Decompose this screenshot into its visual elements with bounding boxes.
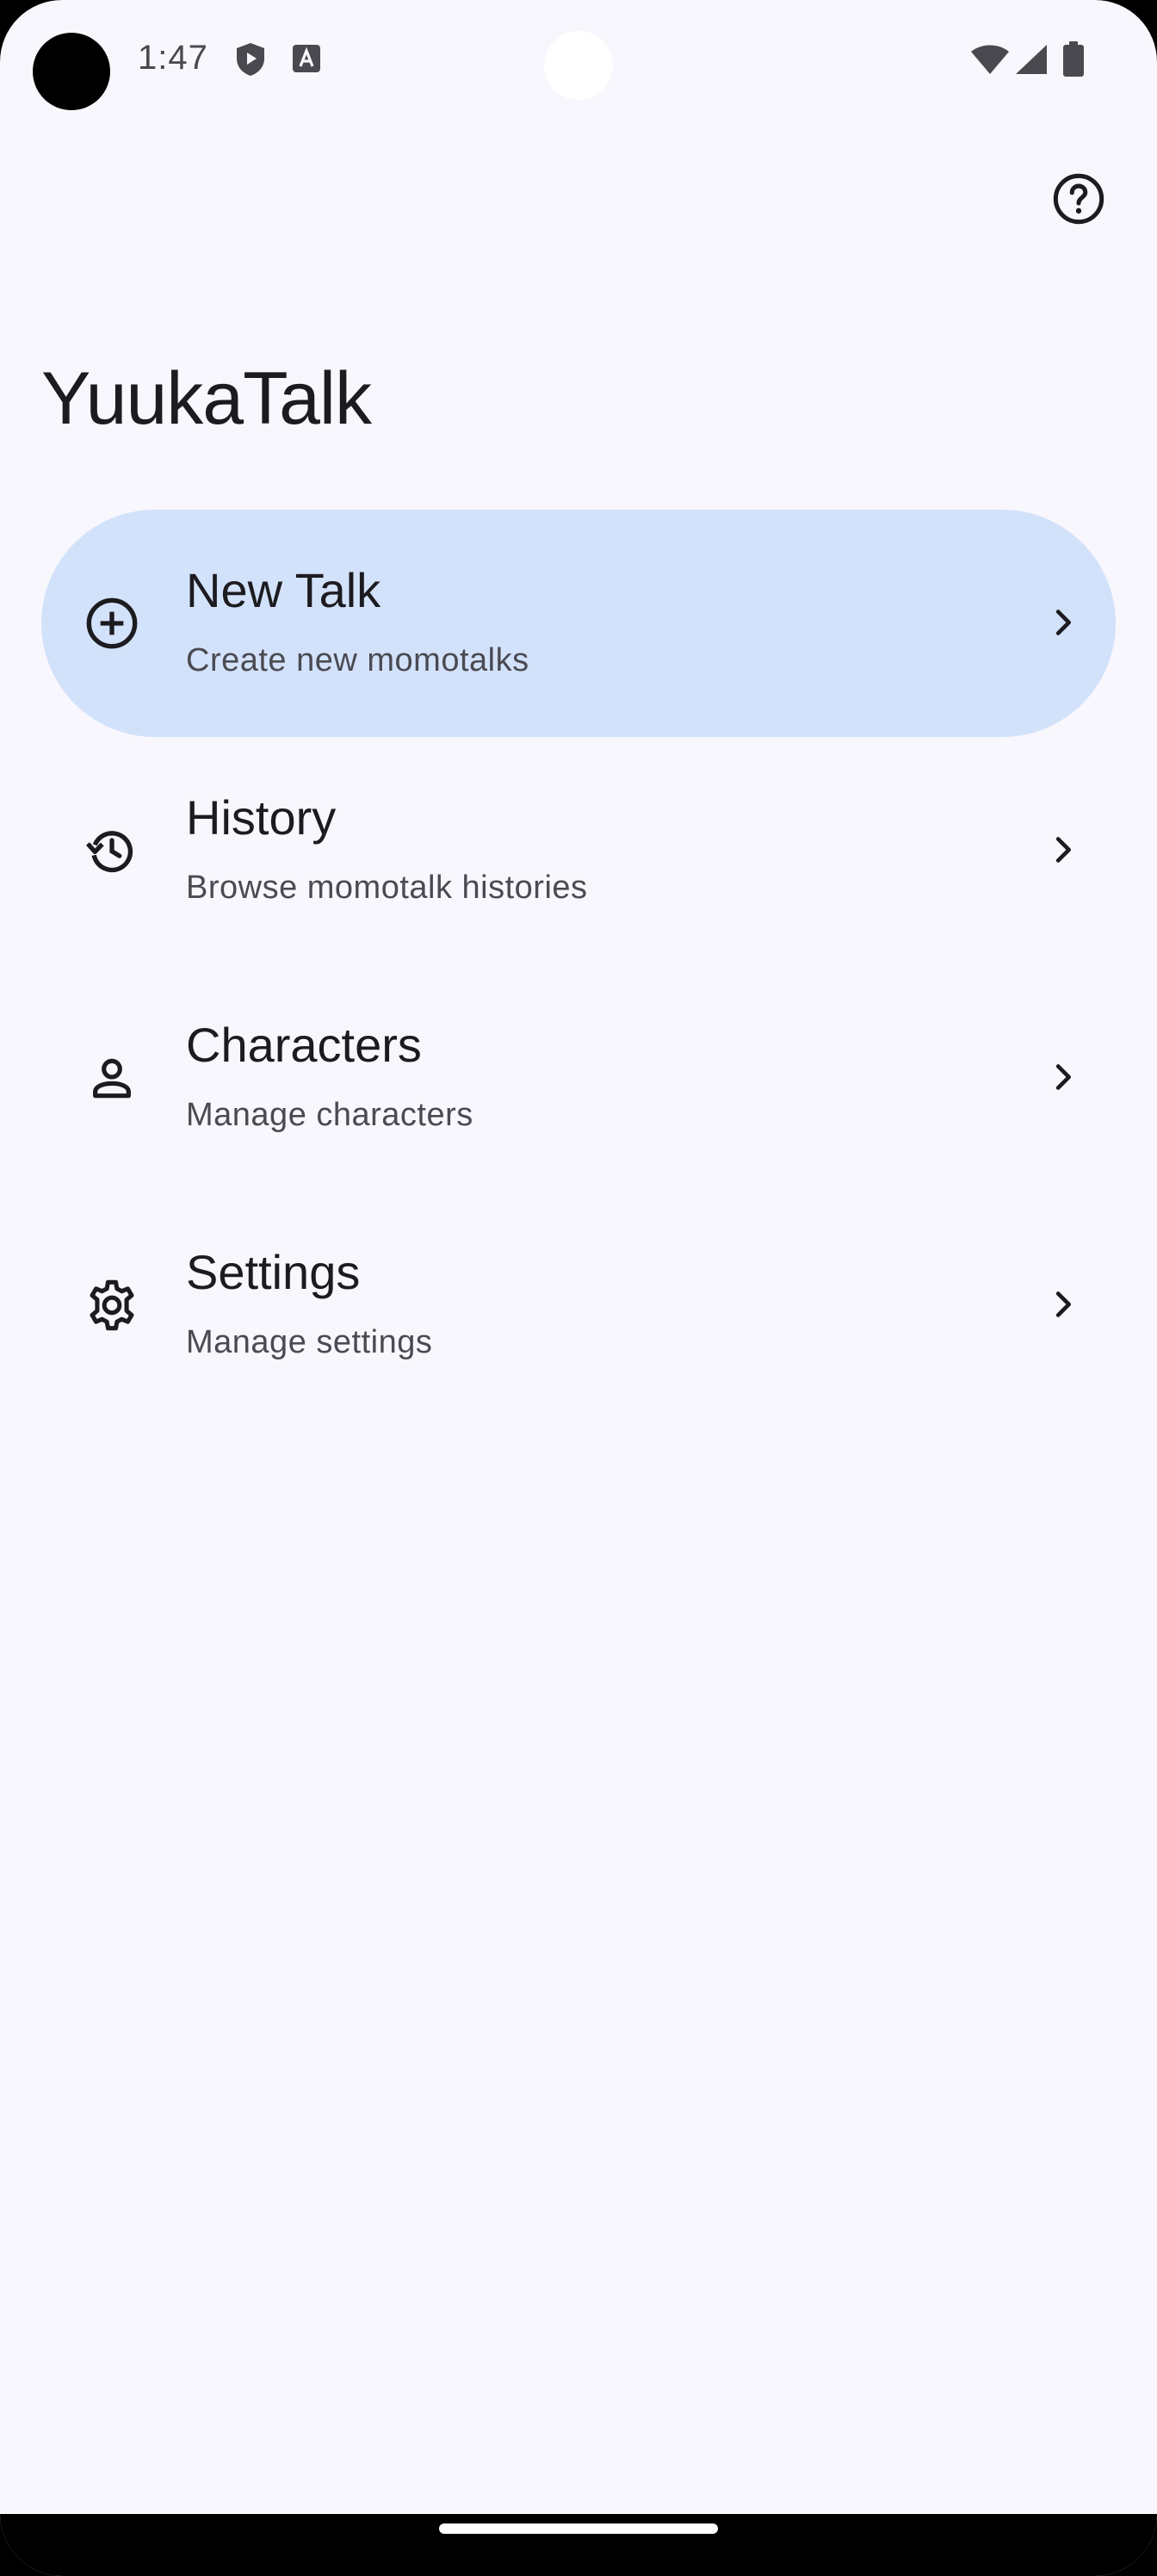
menu-item-subtitle: Manage settings — [186, 1324, 433, 1360]
help-button[interactable] — [1049, 169, 1109, 229]
menu-item-history[interactable]: History Browse momotalk histories — [41, 737, 1116, 964]
menu-item-characters[interactable]: Characters Manage characters — [41, 964, 1116, 1192]
chevron-right-icon — [1042, 1283, 1085, 1326]
front-sensor — [544, 31, 613, 100]
gear-icon — [84, 1278, 139, 1333]
menu-item-subtitle: Manage characters — [186, 1097, 473, 1133]
history-icon — [84, 823, 139, 878]
chevron-right-icon — [1042, 601, 1085, 644]
help-circle-icon — [1053, 173, 1104, 225]
play-protect-icon — [234, 41, 267, 82]
chevron-right-icon — [1042, 828, 1085, 871]
camera-cutout — [33, 33, 110, 110]
status-bar: 1:47 — [0, 0, 1157, 121]
menu-item-title: Settings — [186, 1245, 361, 1299]
menu-item-new-talk[interactable]: New Talk Create new momotalks — [41, 510, 1116, 737]
person-icon — [84, 1050, 139, 1105]
cellular-signal-icon — [1014, 43, 1049, 80]
menu-item-subtitle: Create new momotalks — [186, 642, 529, 678]
app-title: YuukaTalk — [41, 357, 372, 440]
menu-item-title: New Talk — [186, 563, 381, 617]
battery-icon — [1062, 41, 1085, 82]
app-screen: 1:47 YuukaTalk New Talk Create new momot… — [0, 0, 1157, 2576]
menu-item-title: Characters — [186, 1018, 422, 1072]
keyboard-a-icon — [291, 43, 322, 78]
add-circle-icon — [84, 596, 139, 651]
menu-item-title: History — [186, 790, 337, 845]
wifi-icon — [969, 43, 1011, 80]
menu-item-subtitle: Browse momotalk histories — [186, 870, 588, 906]
home-gesture-handle[interactable] — [439, 2523, 718, 2534]
menu-item-settings[interactable]: Settings Manage settings — [41, 1192, 1116, 1419]
status-time: 1:47 — [138, 39, 208, 77]
chevron-right-icon — [1042, 1056, 1085, 1099]
